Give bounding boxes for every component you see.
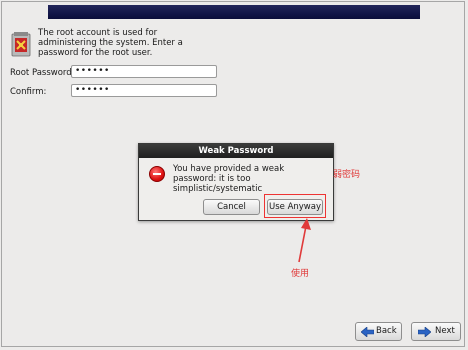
use-anyway-button[interactable]: Use Anyway — [267, 199, 323, 215]
use-annotation: 使用 — [291, 269, 310, 279]
header-banner — [48, 5, 420, 19]
next-button[interactable]: Next — [411, 322, 461, 341]
cancel-button[interactable]: Cancel — [203, 199, 260, 215]
error-icon — [149, 166, 165, 182]
root-account-icon — [11, 32, 31, 57]
confirm-password-input[interactable]: •••••• — [71, 84, 217, 97]
dialog-title: Weak Password — [139, 144, 333, 158]
annotation-arrow-icon — [298, 218, 311, 263]
weak-password-dialog: Weak Password You have provided a weak p… — [138, 143, 334, 221]
root-password-label: Root Password: — [10, 68, 75, 78]
root-password-input[interactable]: •••••• — [71, 65, 217, 78]
dialog-message: You have provided a weak password: it is… — [173, 164, 285, 194]
back-arrow-icon — [361, 327, 374, 337]
back-label: Back — [376, 326, 397, 336]
confirm-label: Confirm: — [10, 87, 47, 97]
root-account-description: The root account is used for administeri… — [38, 28, 183, 58]
next-label: Next — [435, 326, 455, 336]
back-button[interactable]: Back — [355, 322, 402, 341]
weak-password-annotation: 弱密码 — [333, 170, 361, 180]
next-arrow-icon — [418, 327, 431, 337]
